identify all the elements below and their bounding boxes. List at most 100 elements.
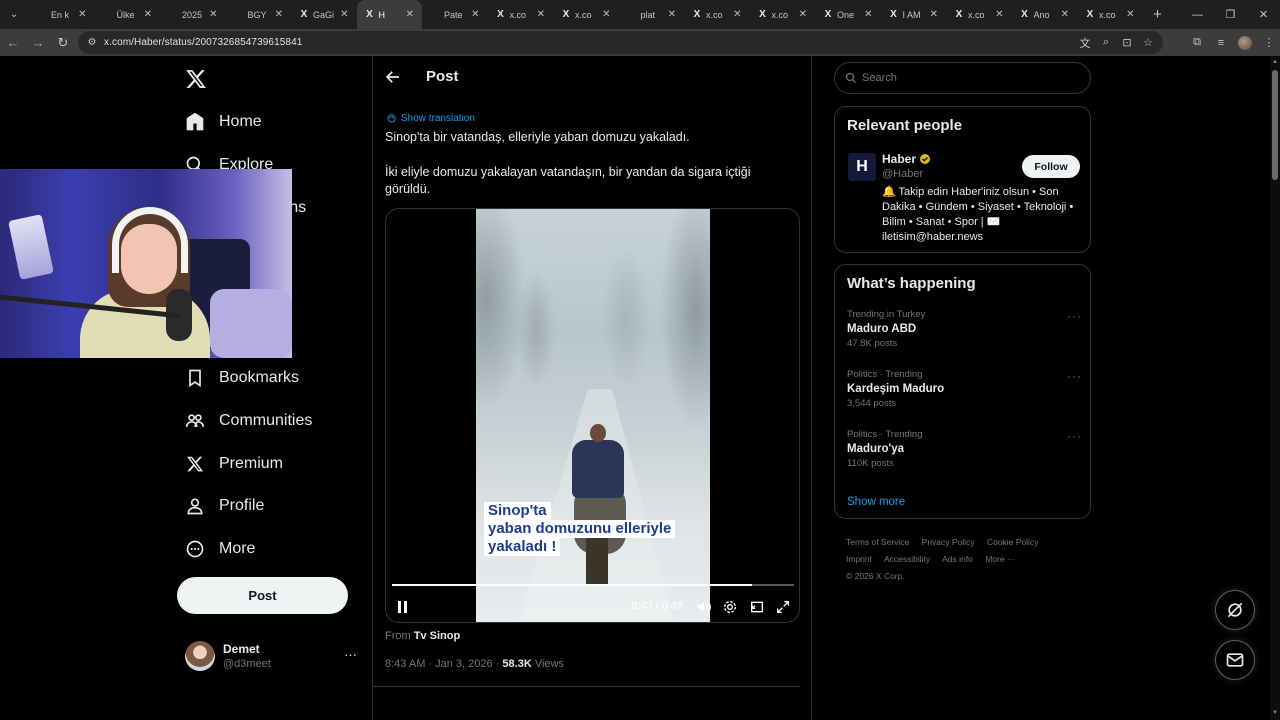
install-app-icon[interactable]: ⊡	[1120, 36, 1134, 49]
browser-tab[interactable]: Xx.co ✕	[946, 0, 1012, 29]
close-tab-icon[interactable]: ✕	[406, 9, 414, 20]
grok-button[interactable]	[1215, 590, 1255, 630]
search-input[interactable]	[862, 72, 1062, 84]
browser-tab[interactable]: X I AM ✕	[881, 0, 947, 29]
browser-tab[interactable]: Xx.co ✕	[750, 0, 816, 29]
translate-icon[interactable]: 文	[1078, 35, 1092, 51]
browser-tab[interactable]: X Ano ✕	[1012, 0, 1078, 29]
more-dots-icon[interactable]: ···	[344, 647, 357, 662]
sidebar-item-premium[interactable]: Premium	[185, 449, 283, 479]
reading-list-icon[interactable]: ≡	[1214, 37, 1228, 49]
browser-tab[interactable]: En k ✕	[29, 0, 95, 29]
search-box[interactable]	[834, 62, 1091, 94]
follow-button[interactable]: Follow	[1022, 155, 1080, 178]
settings-icon[interactable]	[722, 599, 738, 615]
close-tab-icon[interactable]: ✕	[1061, 9, 1069, 20]
scrollbar-thumb[interactable]	[1272, 70, 1278, 180]
messages-button[interactable]	[1215, 640, 1255, 680]
browser-tab[interactable]: 2025 ✕	[160, 0, 226, 29]
more-dots-icon[interactable]: ···	[1067, 429, 1082, 443]
tweet-timestamp[interactable]: 8:43 AM · Jan 3, 2026 ·	[385, 658, 502, 670]
restore-icon[interactable]: ❐	[1214, 0, 1247, 29]
post-button[interactable]: Post	[177, 577, 348, 614]
video-source-link[interactable]: Tv Sinop	[414, 630, 460, 642]
pause-icon[interactable]	[396, 599, 410, 615]
new-tab-icon[interactable]: +	[1145, 6, 1171, 23]
tab-search-icon[interactable]: ⌄	[3, 4, 25, 26]
video-frame[interactable]: Sinop'ta yaban domuzunu elleriyle yakala…	[476, 209, 710, 622]
footer-link[interactable]: Imprint	[846, 554, 872, 564]
video-progress-bar[interactable]	[392, 584, 794, 586]
browser-tab[interactable]: Ülke ✕	[95, 0, 161, 29]
close-tab-icon[interactable]: ✕	[1126, 9, 1134, 20]
footer-link[interactable]: Ads info	[942, 554, 973, 564]
browser-profile-avatar[interactable]	[1238, 35, 1252, 50]
close-tab-icon[interactable]: ✕	[78, 9, 86, 20]
back-nav-icon[interactable]: ←	[1, 31, 25, 55]
back-arrow-icon[interactable]	[384, 68, 402, 86]
browser-tab[interactable]: Xx.co ✕	[1077, 0, 1143, 29]
close-tab-icon[interactable]: ✕	[209, 9, 217, 20]
sidebar-item-more[interactable]: More	[185, 534, 255, 564]
x-logo-icon[interactable]	[185, 68, 207, 90]
picture-in-picture-icon[interactable]	[749, 599, 765, 615]
browser-tab[interactable]: Pate ✕	[422, 0, 488, 29]
sidebar-item-home[interactable]: Home	[185, 107, 262, 137]
sidebar-item-profile[interactable]: Profile	[185, 491, 264, 521]
video-player[interactable]: Sinop'ta yaban domuzunu elleriyle yakala…	[385, 208, 800, 623]
browser-tab[interactable]: plat ✕	[619, 0, 685, 29]
url-text[interactable]: x.com/Haber/status/2007326854739615841	[104, 37, 302, 48]
more-dots-icon[interactable]: ···	[1067, 369, 1082, 383]
close-tab-icon[interactable]: ✕	[537, 9, 545, 20]
show-translation-link[interactable]: Show translation	[386, 113, 475, 124]
browser-menu-icon[interactable]: ⋮	[1262, 36, 1276, 49]
trend-item[interactable]: Politics · Trending Maduro'ya 110K posts…	[847, 429, 1082, 469]
close-tab-icon[interactable]: ✕	[864, 9, 872, 20]
reload-icon[interactable]: ↻	[51, 31, 75, 55]
address-bar[interactable]: ⚙ x.com/Haber/status/2007326854739615841…	[78, 31, 1163, 54]
volume-icon[interactable]	[696, 599, 712, 615]
close-tab-icon[interactable]: ✕	[340, 9, 348, 20]
close-tab-icon[interactable]: ✕	[799, 9, 807, 20]
close-tab-icon[interactable]: ✕	[275, 9, 283, 20]
trend-item[interactable]: Trending in Turkey Maduro ABD 47.8K post…	[847, 309, 1082, 349]
close-window-icon[interactable]: ✕	[1247, 0, 1280, 29]
footer-link[interactable]: Privacy Policy	[922, 537, 975, 547]
zoom-icon[interactable]: ⌕	[1099, 36, 1113, 49]
show-more-link[interactable]: Show more	[847, 496, 905, 508]
site-info-icon[interactable]: ⚙	[86, 37, 98, 49]
fullscreen-icon[interactable]	[775, 599, 791, 615]
sidebar-item-communities[interactable]: Communities	[185, 406, 312, 436]
close-tab-icon[interactable]: ✕	[733, 9, 741, 20]
browser-tab[interactable]: Xx.co ✕	[684, 0, 750, 29]
footer-link[interactable]: Terms of Service	[846, 537, 909, 547]
account-switcher[interactable]: Demet @d3meet ···	[185, 640, 359, 672]
close-tab-icon[interactable]: ✕	[995, 9, 1003, 20]
browser-tab[interactable]: BGY ✕	[226, 0, 292, 29]
browser-tab[interactable]: Xx.co ✕	[488, 0, 554, 29]
person-name[interactable]: Haber	[882, 152, 931, 166]
close-tab-icon[interactable]: ✕	[471, 9, 479, 20]
close-tab-icon[interactable]: ✕	[602, 9, 610, 20]
minimize-icon[interactable]: —	[1181, 0, 1214, 29]
footer-link[interactable]: Accessibility	[884, 554, 930, 564]
footer-link[interactable]: Cookie Policy	[987, 537, 1039, 547]
close-tab-icon[interactable]: ✕	[930, 9, 938, 20]
avatar[interactable]: H	[848, 153, 876, 181]
page-scrollbar[interactable]: ▲ ▼	[1270, 56, 1280, 720]
close-tab-icon[interactable]: ✕	[668, 9, 676, 20]
browser-tab[interactable]: X One ✕	[815, 0, 881, 29]
browser-tab[interactable]: Xx.co ✕	[553, 0, 619, 29]
forward-nav-icon[interactable]: →	[26, 31, 50, 55]
more-dots-icon[interactable]: ···	[1067, 309, 1082, 323]
extensions-icon[interactable]: ⧉	[1190, 36, 1204, 49]
browser-tab[interactable]: X GaGi ✕	[291, 0, 357, 29]
sidebar-item-bookmarks[interactable]: Bookmarks	[185, 363, 299, 393]
tab-title: x.co	[968, 9, 985, 20]
browser-tab[interactable]: X H ✕	[356, 0, 422, 29]
bookmark-star-icon[interactable]: ☆	[1141, 36, 1155, 49]
footer-link[interactable]: More ···	[985, 554, 1015, 564]
trend-item[interactable]: Politics · Trending Kardeşim Maduro 3,54…	[847, 369, 1082, 409]
tab-favicon-icon: X	[300, 9, 308, 20]
close-tab-icon[interactable]: ✕	[144, 9, 152, 20]
